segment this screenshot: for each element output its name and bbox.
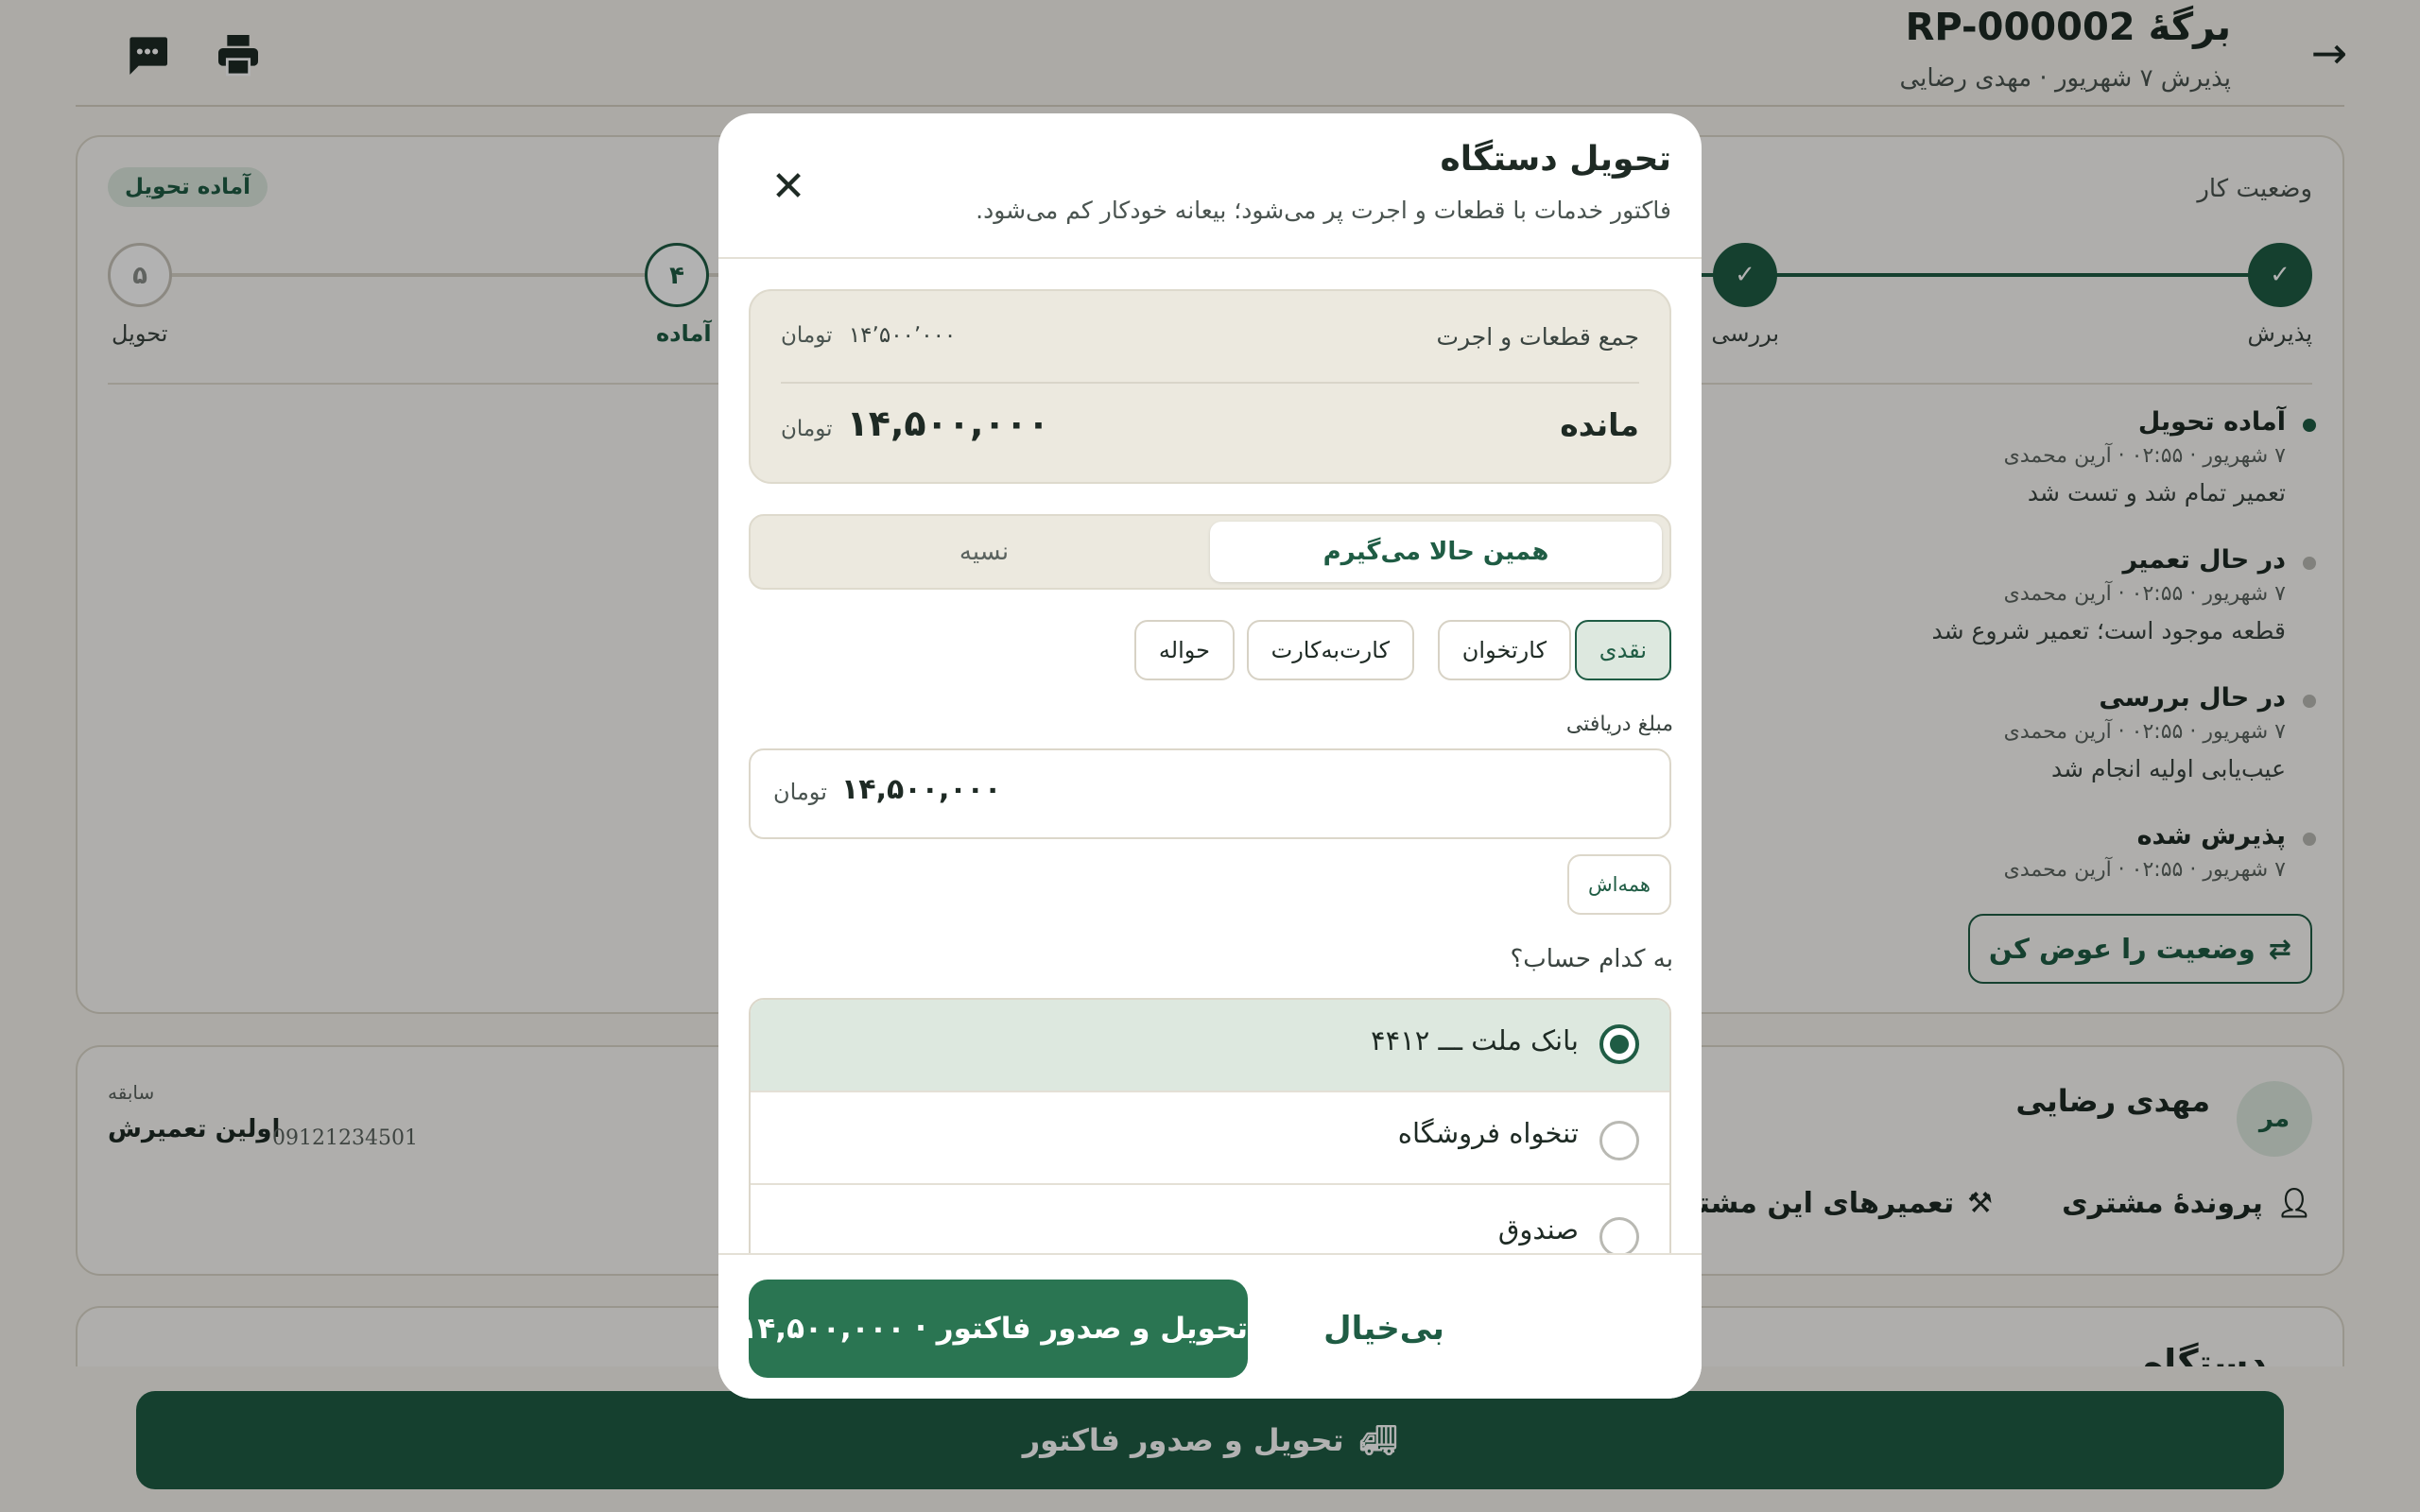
account-option[interactable]: بانک ملت ـــ ۴۴۱۲ [751,1000,1669,1092]
amount-label: مبلغ دریافتی [1565,713,1673,736]
modal-footer: تحویل و صدور فاکتور · ۱۴,۵۰۰,۰۰۰ بی‌خیال [718,1253,1702,1399]
radio-selected-icon[interactable] [1599,1024,1639,1064]
modal-title: تحویل دستگاه [1440,140,1672,179]
remaining-value: ۱۴,۵۰۰,۰۰۰ تومان [781,403,1049,444]
amount-input[interactable]: ۱۴,۵۰۰,۰۰۰ تومان [749,748,1671,839]
method-card-to-card[interactable]: کارت‌به‌کارت [1246,620,1414,680]
credit-option[interactable]: نسیه [758,522,1210,582]
remaining-label: مانده [1560,406,1639,443]
delivery-modal: تحویل دستگاه فاکتور خدمات با قطعات و اجر… [718,113,1702,1399]
total-amount: ۱۴٬۵۰۰٬۰۰۰ [848,323,957,348]
method-cash[interactable]: نقدی [1574,620,1671,680]
radio-icon[interactable] [1599,1217,1639,1257]
account-option[interactable]: تنخواه فروشگاه [751,1092,1669,1185]
pay-now-option[interactable]: همین حالا می‌گیرم [1210,522,1662,582]
amount-value: ۱۴,۵۰۰,۰۰۰ [841,773,1002,806]
cancel-button[interactable]: بی‌خیال [1289,1280,1478,1378]
modal-subtitle: فاکتور خدمات با قطعات و اجرت پر می‌شود؛ … [976,197,1671,224]
modal-divider [718,257,1702,259]
total-unit: تومان [781,323,833,348]
close-icon[interactable]: ✕ [762,161,815,214]
remaining-amount: ۱۴,۵۰۰,۰۰۰ [846,403,1050,444]
remaining-unit: تومان [781,417,833,441]
account-label: صندوق [1497,1213,1579,1246]
amount-unit: تومان [773,779,827,805]
account-label: بانک ملت ـــ ۴۴۱۲ [1371,1024,1579,1057]
account-label: تنخواه فروشگاه [1397,1117,1579,1149]
invoice-summary: جمع قطعات و اجرت ۱۴٬۵۰۰٬۰۰۰ تومان مانده … [749,289,1671,484]
method-card-reader[interactable]: کارتخوان [1437,620,1571,680]
repair-ticket-page: → برگهٔ RP-000002 پذیرش ۷ شهریور · مهدی … [0,0,2420,1512]
fill-all-button[interactable]: همه‌اش [1567,854,1671,915]
account-question: به کدام حساب؟ [1510,945,1673,973]
total-value: ۱۴٬۵۰۰٬۰۰۰ تومان [781,323,956,348]
account-list: بانک ملت ـــ ۴۴۱۲ تنخواه فروشگاه صندوق [749,998,1671,1281]
total-label: جمع قطعات و اجرت [1436,323,1639,351]
submit-delivery-button[interactable]: تحویل و صدور فاکتور · ۱۴,۵۰۰,۰۰۰ [739,1280,1248,1378]
method-transfer[interactable]: حواله [1133,620,1235,680]
payment-timing-toggle: همین حالا می‌گیرم نسیه [749,514,1671,590]
radio-icon[interactable] [1599,1121,1639,1160]
summary-divider [781,382,1639,384]
